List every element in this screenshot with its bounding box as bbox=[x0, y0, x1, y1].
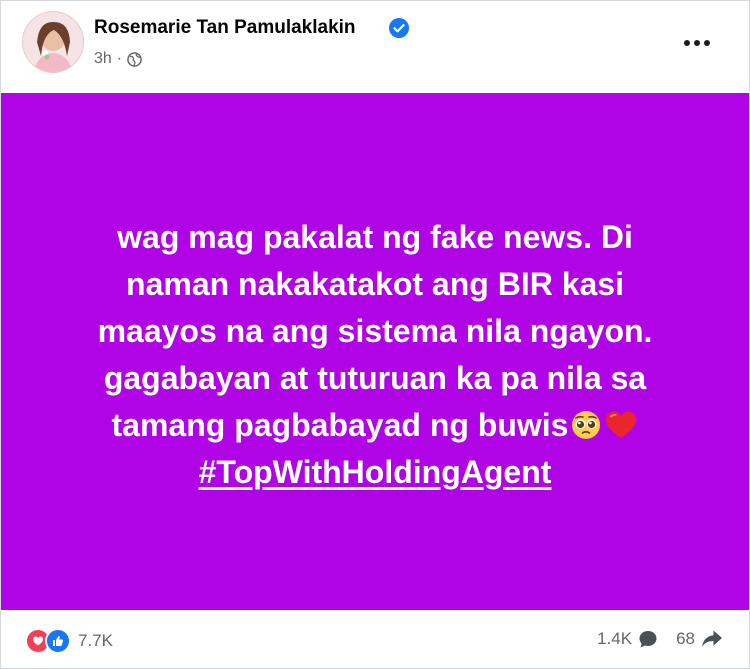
post-meta: 3h · bbox=[94, 50, 142, 68]
post-card: Rosemarie Tan Pamulaklakin 3h · wag mag … bbox=[0, 0, 750, 669]
comment-icon bbox=[639, 631, 657, 648]
shares-stat[interactable]: 68 bbox=[676, 629, 723, 649]
post-header: Rosemarie Tan Pamulaklakin 3h · bbox=[1, 1, 749, 93]
post-text-line: maayos na ang sistema nila ngayon. bbox=[97, 312, 653, 349]
post-footer: 7.7K 1.4K 68 bbox=[1, 610, 749, 668]
comments-stat[interactable]: 1.4K bbox=[597, 629, 658, 649]
red-heart-emoji bbox=[606, 411, 637, 438]
more-options-icon[interactable] bbox=[677, 31, 717, 55]
hashtag-line: #TopWithHoldingAgent bbox=[55, 449, 695, 496]
like-reaction-icon bbox=[45, 628, 71, 654]
post-content: wag mag pakalat ng fake news. Di naman n… bbox=[1, 93, 749, 610]
author-avatar[interactable] bbox=[23, 12, 83, 72]
hashtag-link[interactable]: #TopWithHoldingAgent bbox=[199, 454, 552, 490]
share-count: 68 bbox=[676, 629, 695, 648]
post-text-line: naman nakakatakot ang BIR kasi bbox=[126, 265, 624, 302]
post-timestamp[interactable]: 3h bbox=[94, 50, 112, 68]
avatar-image bbox=[23, 12, 83, 72]
reaction-count: 7.7K bbox=[78, 631, 113, 650]
post-text-line-with-emoji: tamang pagbabayad ng buwis bbox=[55, 402, 695, 449]
comment-count: 1.4K bbox=[597, 629, 633, 648]
pleading-face-emoji bbox=[572, 410, 601, 439]
engagement-stats: 1.4K 68 bbox=[597, 629, 723, 649]
author-name[interactable]: Rosemarie Tan Pamulaklakin bbox=[94, 17, 356, 39]
post-text: wag mag pakalat ng fake news. Di naman n… bbox=[55, 214, 695, 496]
verified-badge-icon bbox=[389, 18, 409, 38]
post-text-line: tamang pagbabayad ng buwis bbox=[111, 406, 569, 443]
reactions-summary[interactable]: 7.7K bbox=[25, 628, 113, 654]
post-text-line: gagabayan at tuturuan ka pa nila sa bbox=[103, 359, 647, 396]
globe-icon bbox=[127, 51, 142, 67]
share-icon bbox=[702, 630, 722, 647]
post-text-line: wag mag pakalat ng fake news. Di bbox=[117, 218, 633, 255]
meta-separator: · bbox=[116, 50, 123, 67]
